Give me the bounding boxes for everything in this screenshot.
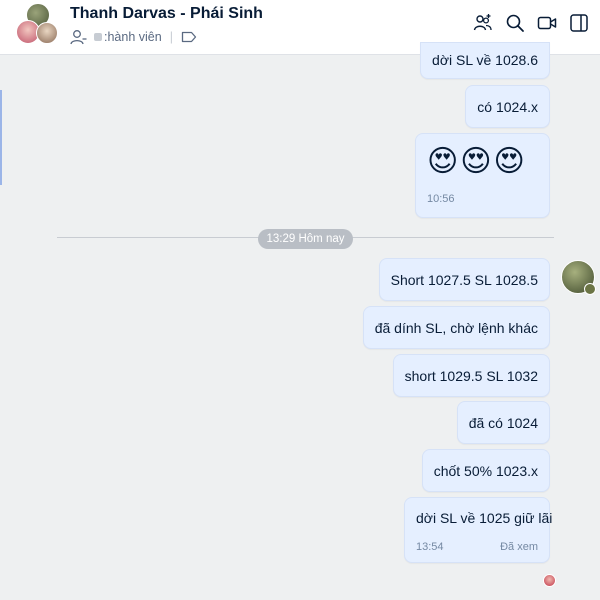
message-time: 13:54 [416,541,444,553]
message-bubble[interactable]: chốt 50% 1023.x [421,449,550,492]
header-actions [472,12,590,34]
message-time: 10:56 [427,193,455,205]
chat-title[interactable]: Thanh Darvas - Phái Sinh [70,5,263,23]
video-call-icon[interactable] [536,12,558,34]
member-count[interactable]: :hành viên [94,30,162,44]
last-message-bubble[interactable]: dời SL về 1025 giữ lãi 13:54 Đã xem [404,497,553,563]
message-text: chốt 50% 1023.x [433,462,538,479]
message-bubble[interactable]: đã có 1024 [456,401,550,444]
message-text: đã có 1024 [468,414,538,431]
blurred-count [94,33,102,41]
search-icon[interactable] [504,12,526,34]
scroll-indicator [0,90,2,185]
emoji-content: 😍😍😍 [427,145,527,178]
seen-by-avatar [543,574,556,587]
message-text: dời SL về 1025 giữ lãi [416,510,553,526]
member-icon[interactable] [70,29,88,45]
date-divider-label: 13:29 Hôm nay [258,229,353,249]
message-text: Short 1027.5 SL 1028.5 [390,271,538,288]
message-text: short 1029.5 SL 1032 [404,367,538,384]
message-bubble[interactable]: có 1024.x [465,85,550,128]
tag-icon[interactable] [181,31,197,43]
member-avatar-3 [36,22,58,44]
subline-separator: | [169,30,173,44]
message-bubble[interactable]: đã dính SL, chờ lệnh khác [362,306,550,349]
message-text: dời SL về 1028.6 [432,52,538,68]
sender-status-badge [584,283,596,295]
seen-status: Đã xem [500,541,538,553]
message-bubble[interactable]: dời SL về 1028.6 [420,42,550,79]
message-text: có 1024.x [477,98,538,115]
message-bubble[interactable]: Short 1027.5 SL 1028.5 [378,258,550,301]
emoji-message-bubble[interactable]: 😍😍😍 10:56 [415,133,550,218]
sidebar-toggle-icon[interactable] [568,12,590,34]
member-label: :hành viên [104,30,162,44]
add-member-icon[interactable] [472,12,494,34]
message-text: đã dính SL, chờ lệnh khác [374,319,538,336]
group-avatar[interactable] [16,3,60,47]
message-meta: 13:54 Đã xem [416,541,538,553]
message-bubble[interactable]: short 1029.5 SL 1032 [392,354,550,397]
chat-subline: :hành viên | [70,29,197,45]
